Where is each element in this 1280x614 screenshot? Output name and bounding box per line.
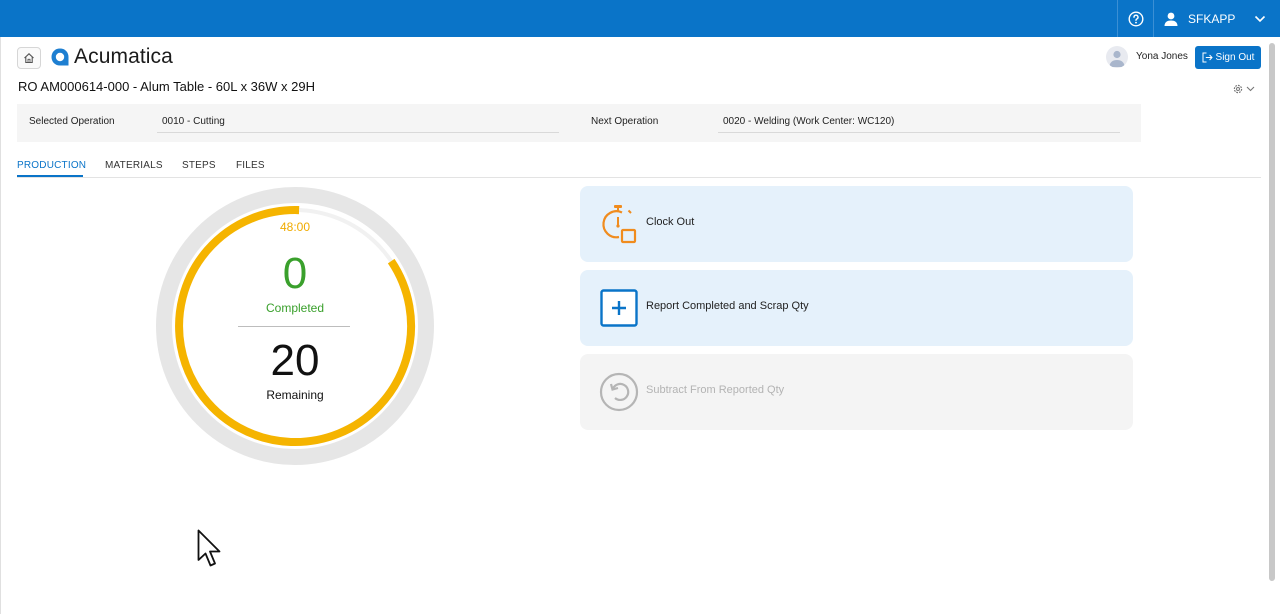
report-completed-label: Report Completed and Scrap Qty	[646, 300, 809, 312]
chevron-down-icon	[1254, 15, 1266, 23]
selected-operation-label: Selected Operation	[29, 116, 115, 127]
completed-label: Completed	[265, 301, 325, 315]
tab-steps[interactable]: STEPS	[182, 160, 216, 171]
page-title: RO AM000614-000 - Alum Table - 60L x 36W…	[18, 79, 315, 94]
gauge-timer: 48:00	[279, 220, 311, 234]
sign-out-label: Sign Out	[1215, 52, 1255, 63]
scrollbar-thumb[interactable]	[1269, 43, 1275, 581]
tab-materials[interactable]: MATERIALS	[105, 160, 163, 171]
tab-files[interactable]: FILES	[236, 160, 265, 171]
stopwatch-icon	[598, 203, 640, 245]
settings-button[interactable]	[1232, 83, 1255, 95]
acumatica-logo[interactable]: Acumatica	[50, 45, 173, 69]
tab-bar: PRODUCTION MATERIALS STEPS FILES	[17, 156, 1261, 178]
home-icon	[24, 53, 34, 64]
clock-out-label: Clock Out	[646, 216, 695, 228]
company-name: SFKAPP	[1188, 11, 1236, 26]
subtract-reported-button[interactable]: Subtract From Reported Qty	[580, 354, 1133, 430]
page-border	[0, 37, 1, 614]
sign-out-button[interactable]: Sign Out	[1195, 46, 1261, 69]
user-icon	[1163, 12, 1179, 26]
operation-bar: Selected Operation 0010 - Cutting Next O…	[17, 104, 1141, 142]
vertical-scrollbar[interactable]	[1268, 37, 1276, 581]
top-bar: SFKAPP	[0, 0, 1280, 37]
undo-circle-icon	[598, 371, 640, 413]
chevron-down-icon	[1246, 86, 1255, 92]
selected-operation-value[interactable]: 0010 - Cutting	[162, 116, 225, 127]
company-menu[interactable]: SFKAPP	[1154, 0, 1270, 37]
acumatica-logo-icon	[51, 48, 69, 66]
subtract-reported-label: Subtract From Reported Qty	[646, 384, 785, 396]
remaining-quantity: 20	[270, 336, 320, 385]
remaining-label: Remaining	[266, 388, 324, 402]
plus-box-icon	[598, 287, 640, 329]
gear-icon	[1233, 84, 1243, 94]
logo-text: Acumatica	[74, 45, 173, 68]
completed-quantity: 0	[282, 249, 308, 298]
next-operation-value: 0020 - Welding (Work Center: WC120)	[723, 116, 895, 127]
next-operation-field-line	[718, 132, 1120, 133]
clock-out-button[interactable]: Clock Out	[580, 186, 1133, 262]
home-button[interactable]	[17, 47, 41, 69]
user-avatar-icon	[1109, 50, 1125, 67]
avatar[interactable]	[1106, 46, 1128, 68]
next-operation-label: Next Operation	[591, 116, 659, 127]
help-button[interactable]	[1118, 0, 1153, 37]
mouse-cursor-icon	[197, 529, 221, 567]
report-completed-button[interactable]: Report Completed and Scrap Qty	[580, 270, 1133, 346]
active-tab-indicator	[17, 175, 83, 177]
user-name: Yona Jones	[1136, 51, 1188, 62]
tab-production[interactable]: PRODUCTION	[17, 160, 86, 171]
help-circle-icon	[1127, 10, 1144, 27]
gauge-divider	[238, 326, 350, 327]
sign-out-icon	[1202, 52, 1213, 63]
selected-operation-field-line	[157, 132, 559, 133]
